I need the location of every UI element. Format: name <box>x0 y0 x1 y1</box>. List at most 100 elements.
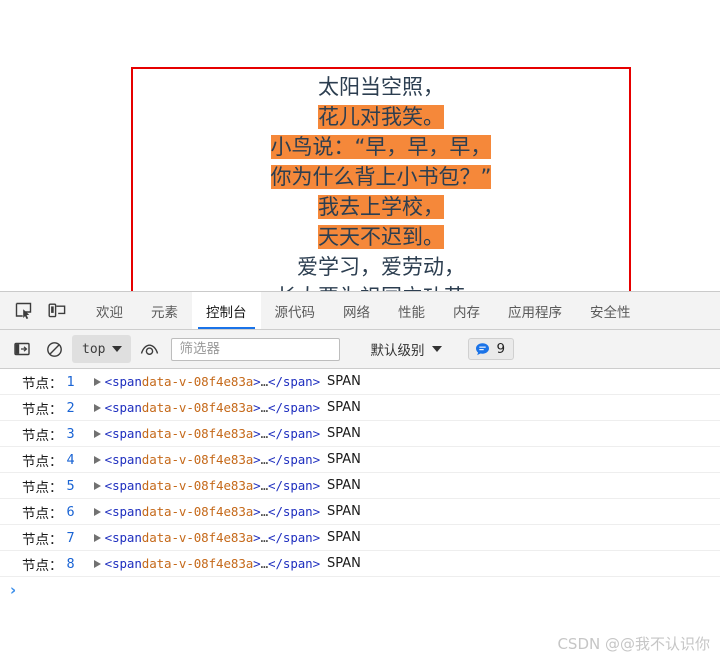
tab-network[interactable]: 网络 <box>329 292 384 329</box>
console-node-attr: data-v-08f4e83a <box>141 530 254 545</box>
console-row[interactable]: 节点： 8 <span data-v-08f4e83a >… </span> SPA… <box>0 551 720 577</box>
tab-sources[interactable]: 源代码 <box>261 292 330 329</box>
console-node-open: <span <box>104 452 142 467</box>
console-row-type: SPAN <box>327 400 361 415</box>
console-node-close: </span> <box>268 478 321 493</box>
console-node-open: <span <box>104 478 142 493</box>
console-node-open-end: > <box>253 452 261 467</box>
console-row-type: SPAN <box>327 426 361 441</box>
log-level-dropdown[interactable]: 默认级别 <box>370 339 443 359</box>
console-node-open-end: > <box>253 426 261 441</box>
console-row-type: SPAN <box>327 504 361 519</box>
console-toolbar: top 默认级别 9 <box>0 330 720 369</box>
device-toolbar-icon[interactable] <box>40 292 74 329</box>
log-level-label: 默认级别 <box>370 343 425 359</box>
inspect-element-icon[interactable] <box>6 292 40 329</box>
console-row-type: SPAN <box>327 478 361 493</box>
tab-elements[interactable]: 元素 <box>137 292 192 329</box>
console-row-type: SPAN <box>327 452 361 467</box>
console-node-close: </span> <box>268 556 321 571</box>
console-node-open: <span <box>104 400 142 415</box>
console-row-index: 7 <box>66 529 75 546</box>
console-row[interactable]: 节点： 3 <span data-v-08f4e83a >… </span> SPA… <box>0 421 720 447</box>
console-row[interactable]: 节点： 5 <span data-v-08f4e83a >… </span> SPA… <box>0 473 720 499</box>
console-prompt[interactable]: › <box>0 577 720 603</box>
poem-line-text: 我去上学校， <box>318 195 444 219</box>
poem-line: 小鸟说：“早，早，早， <box>133 132 629 162</box>
poem-line: 爱学习，爱劳动， <box>133 252 629 282</box>
devtools-tabbar: 欢迎 元素 控制台 源代码 网络 性能 内存 应用程序 安全性 <box>0 292 720 330</box>
console-row-label: 节点： <box>22 557 63 574</box>
expand-triangle-icon[interactable] <box>93 559 101 568</box>
console-node-open-end: > <box>253 478 261 493</box>
tab-console[interactable]: 控制台 <box>192 292 261 329</box>
console-sidebar-icon[interactable] <box>8 336 36 362</box>
message-count-badge[interactable]: 9 <box>468 338 515 360</box>
poem-line-text: 你为什么背上小书包？” <box>270 165 492 189</box>
poem-container: 太阳当空照， 花儿对我笑。 小鸟说：“早，早，早， 你为什么背上小书包？” 我去… <box>131 67 631 291</box>
console-node-open: <span <box>104 556 142 571</box>
expand-triangle-icon[interactable] <box>93 455 101 464</box>
console-node-attr: data-v-08f4e83a <box>141 556 254 571</box>
console-row-label: 节点： <box>22 375 63 392</box>
console-node-ellipsis: … <box>260 374 269 389</box>
chevron-down-icon <box>432 346 443 352</box>
console-node-attr: data-v-08f4e83a <box>141 400 254 415</box>
console-node-close: </span> <box>268 452 321 467</box>
poem-line: 天天不迟到。 <box>133 222 629 252</box>
console-node-attr: data-v-08f4e83a <box>141 504 254 519</box>
console-node-close: </span> <box>268 530 321 545</box>
console-node-close: </span> <box>268 400 321 415</box>
poem-line-text: 爱学习，爱劳动， <box>297 255 465 279</box>
expand-triangle-icon[interactable] <box>93 377 101 386</box>
console-row-index: 2 <box>66 399 75 416</box>
console-node-attr: data-v-08f4e83a <box>141 374 254 389</box>
console-row[interactable]: 节点： 6 <span data-v-08f4e83a >… </span> SPA… <box>0 499 720 525</box>
poem-line: 长大要为祖国立功劳。 <box>133 282 629 291</box>
console-row[interactable]: 节点： 7 <span data-v-08f4e83a >… </span> SPA… <box>0 525 720 551</box>
clear-console-icon[interactable] <box>40 336 68 362</box>
expand-triangle-icon[interactable] <box>93 403 101 412</box>
tab-performance[interactable]: 性能 <box>384 292 439 329</box>
poem-line-text: 花儿对我笑。 <box>318 105 444 129</box>
tab-welcome[interactable]: 欢迎 <box>82 292 137 329</box>
console-node-attr: data-v-08f4e83a <box>141 452 254 467</box>
console-row-label: 节点： <box>22 453 63 470</box>
tab-application[interactable]: 应用程序 <box>494 292 576 329</box>
expand-triangle-icon[interactable] <box>93 429 101 438</box>
console-row-type: SPAN <box>327 556 361 571</box>
console-node-ellipsis: … <box>260 452 269 467</box>
console-node-ellipsis: … <box>260 530 269 545</box>
console-node-open: <span <box>104 426 142 441</box>
console-row[interactable]: 节点： 2 <span data-v-08f4e83a >… </span> SPA… <box>0 395 720 421</box>
console-message-list[interactable]: 节点： 1 <span data-v-08f4e83a >… </span> SPA… <box>0 369 720 664</box>
message-count-value: 9 <box>496 341 506 357</box>
expand-triangle-icon[interactable] <box>93 481 101 490</box>
console-row-index: 8 <box>66 555 75 572</box>
console-node-open-end: > <box>253 530 261 545</box>
console-row[interactable]: 节点： 1 <span data-v-08f4e83a >… </span> SPA… <box>0 369 720 395</box>
devtools-panel: 欢迎 元素 控制台 源代码 网络 性能 内存 应用程序 安全性 top 筛选器 … <box>0 291 720 664</box>
poem-line: 你为什么背上小书包？” <box>133 162 629 192</box>
console-node-ellipsis: … <box>260 556 269 571</box>
console-filter-input[interactable] <box>171 337 341 361</box>
tab-memory[interactable]: 内存 <box>439 292 494 329</box>
console-node-ellipsis: … <box>260 504 269 519</box>
speech-bubble-icon <box>476 342 490 355</box>
expand-triangle-icon[interactable] <box>93 507 101 516</box>
execution-context-dropdown[interactable]: top <box>72 335 132 363</box>
console-row-label: 节点： <box>22 427 63 444</box>
poem-line: 花儿对我笑。 <box>133 102 629 132</box>
expand-triangle-icon[interactable] <box>93 533 101 542</box>
tab-security[interactable]: 安全性 <box>576 292 645 329</box>
eye-icon[interactable] <box>135 336 163 362</box>
poem-line-text: 太阳当空照， <box>318 75 444 99</box>
chevron-down-icon <box>112 346 123 352</box>
tabbar-spacer <box>74 292 82 329</box>
console-node-open: <span <box>104 530 142 545</box>
console-row[interactable]: 节点： 4 <span data-v-08f4e83a >… </span> SPA… <box>0 447 720 473</box>
console-row-type: SPAN <box>327 530 361 545</box>
console-row-label: 节点： <box>22 531 63 548</box>
execution-context-label: top <box>82 341 106 357</box>
console-node-open-end: > <box>253 556 261 571</box>
